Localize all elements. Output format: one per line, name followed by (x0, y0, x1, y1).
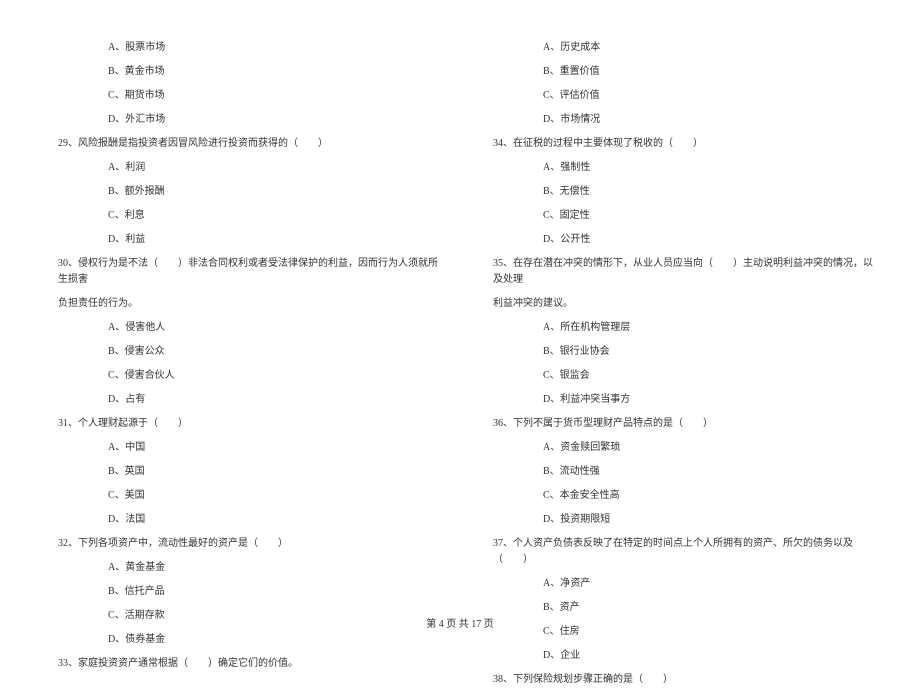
left-column: A、股票市场 B、黄金市场 C、期货市场 D、外汇市场 29、风险报酬是指投资者… (30, 40, 455, 600)
q36-option-c: C、本金安全性高 (543, 488, 880, 504)
q33-text: 33、家庭投资资产通常根据（ ）确定它们的价值。 (58, 656, 445, 672)
q32-option-d: D、债券基金 (108, 632, 445, 648)
q32-option-a: A、黄金基金 (108, 560, 445, 576)
q31-option-d: D、法国 (108, 512, 445, 528)
q33-option-c: C、评估价值 (543, 88, 880, 104)
q28-option-a: A、股票市场 (108, 40, 445, 56)
q31-option-c: C、美国 (108, 488, 445, 504)
q32-text: 32、下列各项资产中，流动性最好的资产是（ ） (58, 536, 445, 552)
page-content: A、股票市场 B、黄金市场 C、期货市场 D、外汇市场 29、风险报酬是指投资者… (30, 40, 890, 600)
q29-option-c: C、利息 (108, 208, 445, 224)
q33-option-d: D、市场情况 (543, 112, 880, 128)
right-column: A、历史成本 B、重置价值 C、评估价值 D、市场情况 34、在征税的过程中主要… (465, 40, 890, 600)
q34-option-d: D、公开性 (543, 232, 880, 248)
q37-text: 37、个人资产负债表反映了在特定的时间点上个人所拥有的资产、所欠的债务以及（ ） (493, 536, 880, 568)
q34-option-a: A、强制性 (543, 160, 880, 176)
q31-text: 31、个人理财起源于（ ） (58, 416, 445, 432)
q33-option-b: B、重置价值 (543, 64, 880, 80)
page-footer: 第 4 页 共 17 页 (0, 615, 920, 630)
q38-text: 38、下列保险规划步骤正确的是（ ） (493, 672, 880, 688)
q36-text: 36、下列不属于货币型理财产品特点的是（ ） (493, 416, 880, 432)
q30-text: 30、侵权行为是不法（ ）非法合同权利或者受法律保护的利益，因而行为人须就所生损… (58, 256, 445, 288)
q37-option-d: D、企业 (543, 648, 880, 664)
q29-text: 29、风险报酬是指投资者因冒风险进行投资而获得的（ ） (58, 136, 445, 152)
q37-option-a: A、净资产 (543, 576, 880, 592)
q30-option-c: C、侵害合伙人 (108, 368, 445, 384)
q35-option-c: C、银监会 (543, 368, 880, 384)
q30-option-d: D、占有 (108, 392, 445, 408)
q36-option-d: D、投资期限短 (543, 512, 880, 528)
q28-option-d: D、外汇市场 (108, 112, 445, 128)
q34-option-c: C、固定性 (543, 208, 880, 224)
q35-option-d: D、利益冲突当事方 (543, 392, 880, 408)
q31-option-a: A、中国 (108, 440, 445, 456)
q35-text: 35、在存在潜在冲突的情形下，从业人员应当向（ ）主动说明利益冲突的情况，以及处… (493, 256, 880, 288)
q36-option-a: A、资金赎回繁琐 (543, 440, 880, 456)
q34-option-b: B、无偿性 (543, 184, 880, 200)
q36-option-b: B、流动性强 (543, 464, 880, 480)
q35-option-b: B、银行业协会 (543, 344, 880, 360)
q35-option-a: A、所在机构管理层 (543, 320, 880, 336)
q32-option-b: B、信托产品 (108, 584, 445, 600)
q31-option-b: B、英国 (108, 464, 445, 480)
q29-option-b: B、额外报酬 (108, 184, 445, 200)
q29-option-a: A、利润 (108, 160, 445, 176)
q29-option-d: D、利益 (108, 232, 445, 248)
q30-text-cont: 负担责任的行为。 (58, 296, 445, 312)
q30-option-a: A、侵害他人 (108, 320, 445, 336)
q30-option-b: B、侵害公众 (108, 344, 445, 360)
q35-text-cont: 利益冲突的建议。 (493, 296, 880, 312)
q28-option-b: B、黄金市场 (108, 64, 445, 80)
q28-option-c: C、期货市场 (108, 88, 445, 104)
q37-option-b: B、资产 (543, 600, 880, 616)
q33-option-a: A、历史成本 (543, 40, 880, 56)
q34-text: 34、在征税的过程中主要体现了税收的（ ） (493, 136, 880, 152)
